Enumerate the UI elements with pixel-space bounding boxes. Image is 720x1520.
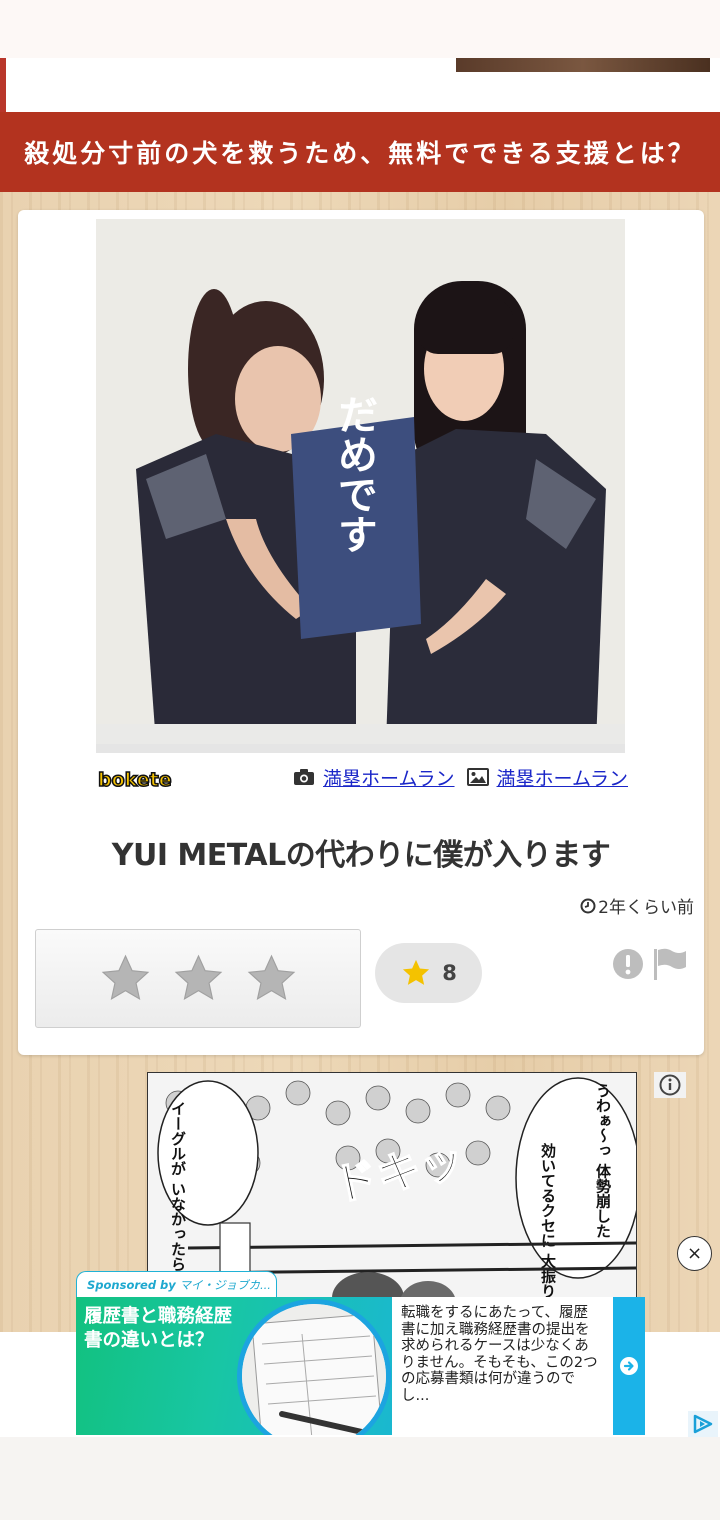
- bottom-bar: [0, 1437, 720, 1520]
- bokete-logo[interactable]: bokete: [97, 768, 172, 792]
- arrow-right-icon: [620, 1357, 638, 1375]
- top-banner-ad[interactable]: 殺処分寸前の犬を救うため、無料でできる支援とは？: [0, 58, 720, 192]
- info-icon: [659, 1074, 681, 1096]
- timestamp: 2年くらい前: [580, 893, 694, 918]
- flag-icon[interactable]: [652, 947, 688, 981]
- credits: 満塁ホームラン 満塁ホームラン: [293, 764, 628, 791]
- clock-icon: [580, 898, 596, 913]
- sponsor-name: マイ・ジョブカ...: [179, 1278, 271, 1292]
- native-ad[interactable]: 履歴書と職務経歴書の違いとは？ 転職をするにあたって、履歴書に加え職務経歴書の提…: [76, 1297, 645, 1435]
- alert-icon[interactable]: [612, 948, 644, 980]
- manga-text-2: うわぁ〜っ 体勢崩した: [594, 1083, 612, 1238]
- banner-headline[interactable]: 殺処分寸前の犬を救うため、無料でできる支援とは？: [0, 112, 720, 192]
- image-icon: [466, 768, 489, 786]
- score-value: 8: [442, 961, 457, 985]
- sponsor-tab[interactable]: Sponsored by マイ・ジョブカ...: [76, 1271, 277, 1298]
- rate-star-2-icon[interactable]: [171, 951, 226, 1006]
- native-ad-body: 転職をするにあたって、履歴書に加え職務経歴書の提出を求められるケースは少なくあり…: [401, 1305, 598, 1404]
- post-caption: YUI METALの代わりに僕が入ります: [111, 838, 611, 873]
- sign-text: だめです: [331, 394, 377, 554]
- ad-info-icon[interactable]: [654, 1072, 686, 1098]
- photo-credit-link[interactable]: 満塁ホームラン: [323, 764, 454, 791]
- image-credit-link[interactable]: 満塁ホームラン: [497, 764, 628, 791]
- post-card: だめです bokete 満塁ホームラン 満塁ホームラン YUI METALの代わ…: [18, 210, 704, 1055]
- status-bar: [0, 0, 720, 58]
- photo-illustration: だめです: [96, 219, 625, 744]
- banner-photo: [456, 58, 710, 72]
- rate-star-1-icon[interactable]: [98, 951, 153, 1006]
- report-actions: [612, 947, 688, 981]
- native-ad-arrow[interactable]: [613, 1297, 645, 1435]
- banner-photo-strip: [0, 58, 720, 112]
- camera-icon: [294, 769, 315, 785]
- post-photo[interactable]: だめです: [96, 219, 625, 753]
- document-illustration: [242, 1304, 386, 1435]
- rate-star-3-icon[interactable]: [244, 951, 299, 1006]
- credit-row: bokete 満塁ホームラン 満塁ホームラン: [97, 760, 628, 794]
- native-ad-headline[interactable]: 履歴書と職務経歴書の違いとは？: [84, 1305, 234, 1353]
- star-icon: [403, 959, 430, 985]
- score-badge[interactable]: 8: [375, 943, 482, 1003]
- close-ad-button[interactable]: ×: [677, 1236, 712, 1271]
- adchoices-triangle-icon: [693, 1414, 713, 1434]
- sponsored-label: Sponsored by: [87, 1278, 176, 1292]
- timestamp-text: 2年くらい前: [598, 898, 694, 918]
- rating-box: [35, 929, 361, 1028]
- adchoices-icon[interactable]: [688, 1411, 718, 1437]
